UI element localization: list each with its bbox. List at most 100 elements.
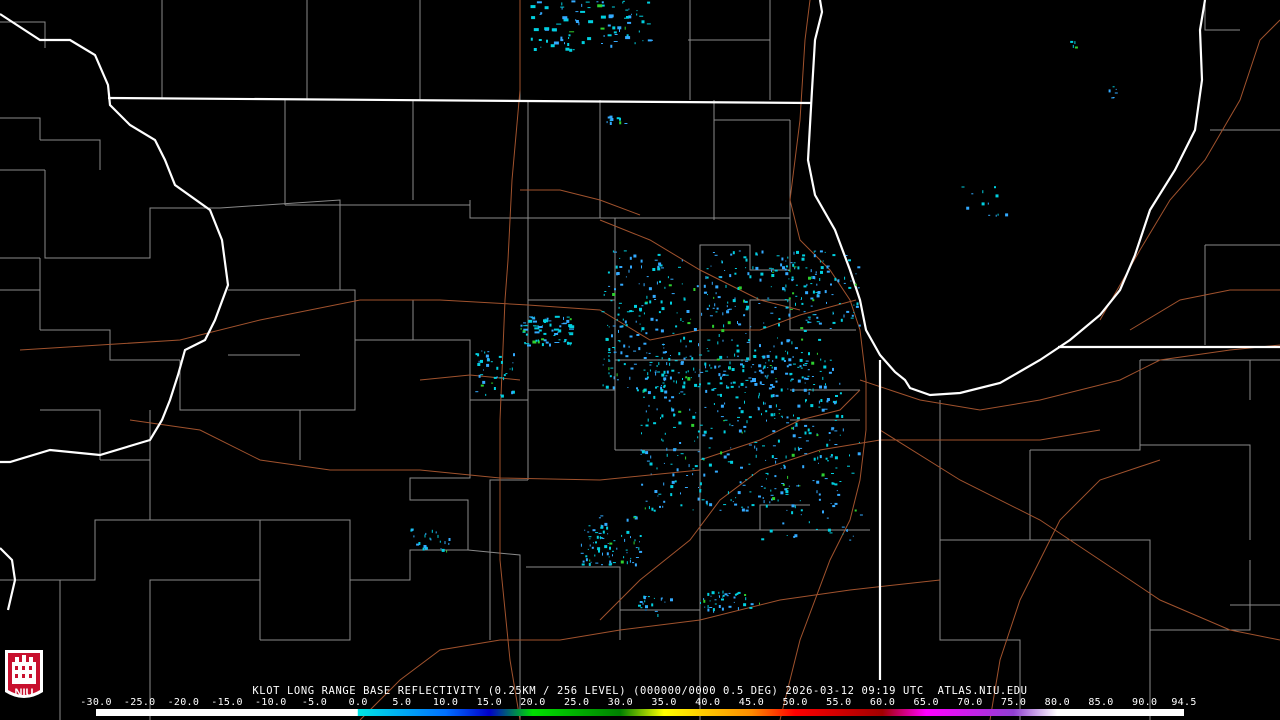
radar-echo-pixel [740, 382, 744, 386]
radar-map[interactable] [0, 0, 1280, 720]
radar-echo-pixel [1115, 88, 1117, 90]
radar-echo-pixel [651, 603, 654, 607]
radar-echo-pixel [709, 503, 713, 507]
radar-echo-pixel [601, 43, 603, 44]
radar-echo-pixel [672, 332, 675, 334]
radar-echo-pixel [751, 504, 755, 507]
radar-site-marker [752, 378, 756, 382]
radar-echo-pixel [780, 388, 783, 392]
radar-echo-pixel [795, 295, 798, 297]
radar-echo-pixel [746, 341, 750, 343]
radar-echo-pixel [734, 503, 738, 506]
radar-echo-pixel [690, 377, 692, 379]
radar-echo-pixel [703, 430, 707, 434]
radar-echo-pixel [771, 455, 774, 459]
radar-echo-pixel [755, 252, 758, 256]
radar-echo-pixel [793, 251, 795, 255]
radar-echo-pixel [723, 370, 727, 372]
radar-echo-pixel [612, 554, 613, 557]
radar-echo-pixel [794, 425, 798, 427]
radar-echo-pixel [639, 15, 644, 17]
radar-echo-pixel [832, 367, 834, 371]
radar-echo-pixel [539, 13, 542, 15]
radar-echo-pixel [639, 307, 642, 311]
radar-echo-pixel [772, 430, 776, 433]
radar-echo-pixel [741, 506, 744, 508]
radar-echo-pixel [803, 388, 807, 392]
radar-echo-pixel [787, 299, 789, 303]
radar-echo-pixel [744, 392, 746, 393]
radar-echo-pixel [843, 282, 846, 284]
radar-echo-pixel [646, 460, 650, 462]
radar-echo-pixel [638, 30, 640, 33]
radar-echo-pixel [816, 283, 818, 286]
colorbar-tick-label: 65.0 [913, 697, 939, 708]
radar-echo-pixel [640, 259, 643, 263]
radar-echo-pixel [680, 318, 682, 321]
radar-echo-pixel [759, 278, 762, 282]
radar-echo-pixel [609, 560, 612, 564]
radar-echo-pixel [780, 491, 784, 495]
radar-echo-pixel [849, 454, 850, 457]
radar-echo-pixel [546, 39, 548, 43]
radar-echo-pixel [635, 547, 638, 549]
radar-echo-pixel [647, 418, 649, 422]
radar-echo-pixel [808, 276, 811, 280]
radar-echo-pixel [616, 318, 618, 321]
radar-echo-pixel [669, 362, 671, 366]
radar-echo-pixel [484, 351, 486, 354]
radar-echo-pixel [633, 515, 637, 517]
radar-echo-pixel [569, 318, 572, 321]
radar-echo-pixel [625, 324, 628, 327]
radar-echo-pixel [777, 337, 778, 339]
radar-echo-pixel [828, 432, 831, 434]
radar-echo-pixel [775, 404, 777, 408]
radar-echo-pixel [793, 414, 794, 417]
radar-echo-pixel [735, 497, 737, 499]
radar-echo-pixel [670, 301, 672, 305]
radar-echo-pixel [645, 332, 648, 335]
radar-echo-pixel [587, 531, 590, 533]
radar-echo-pixel [1112, 86, 1115, 88]
radar-echo-pixel [786, 365, 789, 368]
radar-echo-pixel [645, 451, 649, 455]
radar-echo-pixel [505, 373, 508, 375]
radar-echo-pixel [808, 352, 810, 356]
radar-echo-pixel [630, 367, 634, 370]
radar-echo-pixel [530, 37, 533, 41]
radar-echo-pixel [803, 364, 807, 366]
radar-echo-pixel [619, 340, 621, 343]
radar-echo-pixel [763, 326, 767, 329]
radar-echo-pixel [626, 552, 628, 554]
radar-echo-pixel [736, 344, 739, 347]
radar-echo-pixel [850, 280, 852, 282]
radar-echo-pixel [725, 374, 729, 376]
radar-echo-pixel [668, 399, 671, 402]
radar-echo-pixel [638, 347, 641, 351]
radar-echo-pixel [792, 356, 794, 358]
radar-echo-pixel [711, 281, 713, 285]
radar-echo-pixel [813, 250, 815, 253]
radar-echo-pixel [707, 339, 711, 341]
radar-echo-pixel [812, 388, 814, 392]
radar-echo-pixel [567, 43, 570, 46]
radar-echo-pixel [485, 393, 487, 396]
radar-echo-pixel [777, 439, 780, 443]
radar-echo-pixel [513, 353, 515, 357]
radar-echo-pixel [663, 347, 665, 349]
colorbar-tick-label: 90.0 [1132, 697, 1158, 708]
radar-echo-pixel [995, 214, 997, 217]
radar-echo-pixel [720, 404, 724, 408]
radar-echo-pixel [709, 600, 711, 602]
radar-echo-pixel [446, 550, 448, 553]
radar-echo-pixel [737, 607, 739, 611]
radar-echo-pixel [819, 385, 822, 389]
radar-echo-pixel [785, 284, 787, 288]
radar-echo-pixel [767, 367, 769, 368]
radar-echo-pixel [787, 351, 789, 355]
radar-echo-pixel [760, 371, 764, 374]
radar-echo-pixel [971, 193, 974, 195]
radar-echo-pixel [645, 424, 649, 427]
radar-echo-pixel [609, 360, 611, 362]
radar-echo-pixel [679, 442, 682, 444]
